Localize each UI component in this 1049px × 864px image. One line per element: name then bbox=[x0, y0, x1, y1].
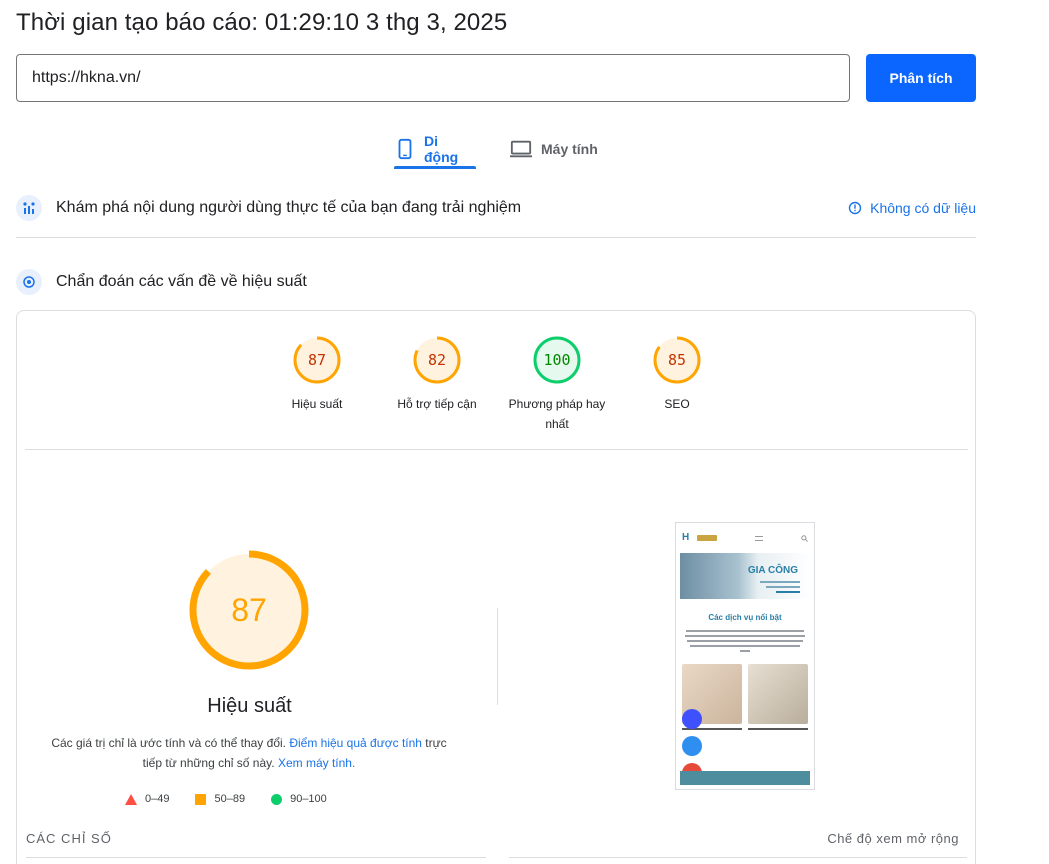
score-legend: 0–49 50–89 90–100 bbox=[125, 793, 327, 805]
gauge-ring: 82 bbox=[413, 336, 461, 384]
tab-mobile[interactable]: Di động bbox=[394, 128, 476, 170]
messenger-icon bbox=[682, 736, 702, 756]
performance-title: Hiệu suất bbox=[207, 695, 292, 717]
gauge-score: 100 bbox=[543, 351, 570, 369]
info-icon bbox=[848, 201, 862, 215]
preview-footer-bar bbox=[680, 771, 810, 785]
report-time: Thời gian tạo báo cáo: 01:29:10 3 thg 3,… bbox=[16, 9, 508, 36]
circle-icon bbox=[271, 793, 283, 805]
gauge-seo[interactable]: 85 SEO bbox=[617, 335, 737, 414]
gauge-ring: 87 bbox=[293, 336, 341, 384]
metrics-rule bbox=[26, 857, 486, 858]
legend-average: 50–89 bbox=[195, 793, 245, 805]
legend-pass-label: 90–100 bbox=[290, 793, 327, 805]
legend-average-label: 50–89 bbox=[214, 793, 246, 805]
search-icon bbox=[801, 534, 808, 542]
lighthouse-icon bbox=[16, 269, 42, 295]
gauge-best-practices[interactable]: 100 Phương pháp hay nhất bbox=[497, 335, 617, 434]
gauge-ring: 100 bbox=[533, 336, 581, 384]
see-calculator-link[interactable]: Xem máy tính. bbox=[278, 756, 355, 770]
no-data-link[interactable]: Không có dữ liệu bbox=[848, 200, 976, 216]
performance-disclaimer: Các giá trị chỉ là ước tính và có thể th… bbox=[49, 733, 449, 773]
product-image bbox=[748, 664, 808, 724]
gauge-label: Hỗ trợ tiếp cận bbox=[397, 397, 477, 411]
performance-big-gauge: 87 bbox=[189, 550, 309, 670]
field-data-section: Khám phá nội dung người dùng thực tế của… bbox=[16, 192, 976, 224]
score-calc-link[interactable]: Điểm hiệu quả được tính bbox=[289, 736, 422, 750]
gauge-label: Phương pháp hay nhất bbox=[508, 397, 606, 431]
menu-icon bbox=[755, 535, 763, 541]
gauge-score: 87 bbox=[308, 351, 326, 369]
diagnose-title: Chẩn đoán các vấn đề về hiệu suất bbox=[56, 273, 307, 290]
gauge-accessibility[interactable]: 82 Hỗ trợ tiếp cận bbox=[377, 335, 497, 414]
device-tabs: Di động Máy tính bbox=[0, 128, 992, 170]
gauge-score: 82 bbox=[428, 351, 446, 369]
url-input[interactable] bbox=[16, 54, 850, 102]
disclaimer-text-1: Các giá trị chỉ là ước tính và có thể th… bbox=[51, 736, 290, 750]
gauge-performance[interactable]: 87 Hiệu suất bbox=[257, 335, 377, 414]
page-screenshot[interactable]: H GIA CÔNG Các dịch vụ nổi bật bbox=[675, 522, 815, 790]
tab-mobile-label: Di động bbox=[423, 133, 459, 165]
field-data-title: Khám phá nội dung người dùng thực tế của… bbox=[56, 199, 522, 216]
metrics-rule bbox=[509, 857, 967, 858]
users-chart-icon bbox=[16, 195, 42, 221]
metrics-heading: CÁC CHỈ SỐ bbox=[26, 831, 112, 846]
legend-fail: 0–49 bbox=[125, 793, 169, 805]
preview-captions bbox=[676, 728, 814, 730]
no-data-label: Không có dữ liệu bbox=[870, 200, 976, 216]
gauge-score: 85 bbox=[668, 351, 686, 369]
gauge-ring: 85 bbox=[653, 336, 701, 384]
preview-section-title: Các dịch vụ nổi bật bbox=[708, 613, 782, 622]
gauge-label: Hiệu suất bbox=[291, 397, 343, 411]
triangle-icon bbox=[125, 793, 137, 805]
diagnose-section: Chẩn đoán các vấn đề về hiệu suất bbox=[16, 266, 976, 298]
card-divider bbox=[25, 449, 968, 450]
preview-logo: H bbox=[682, 532, 717, 544]
square-icon bbox=[195, 793, 207, 805]
expanded-view-toggle[interactable]: Chế độ xem mở rộng bbox=[827, 831, 959, 846]
report-card: 87 Hiệu suất 82 Hỗ trợ tiếp cận 100 Phươ… bbox=[16, 310, 976, 864]
preview-banner-title: GIA CÔNG bbox=[747, 565, 798, 576]
tab-desktop-label: Máy tính bbox=[541, 141, 598, 157]
preview-paragraph bbox=[682, 630, 808, 652]
chat-bubble-icon bbox=[682, 709, 702, 729]
vertical-divider bbox=[497, 608, 498, 705]
preview-banner: GIA CÔNG bbox=[680, 553, 810, 599]
performance-score: 87 bbox=[231, 592, 267, 628]
tab-desktop[interactable]: Máy tính bbox=[509, 128, 609, 170]
gauge-label: SEO bbox=[664, 397, 690, 411]
section-divider bbox=[16, 237, 976, 238]
analyze-button[interactable]: Phân tích bbox=[866, 54, 976, 102]
laptop-icon bbox=[510, 140, 532, 158]
mobile-icon bbox=[398, 138, 412, 160]
legend-pass: 90–100 bbox=[271, 793, 327, 805]
preview-header: H bbox=[676, 523, 814, 553]
legend-fail-label: 0–49 bbox=[145, 793, 170, 805]
